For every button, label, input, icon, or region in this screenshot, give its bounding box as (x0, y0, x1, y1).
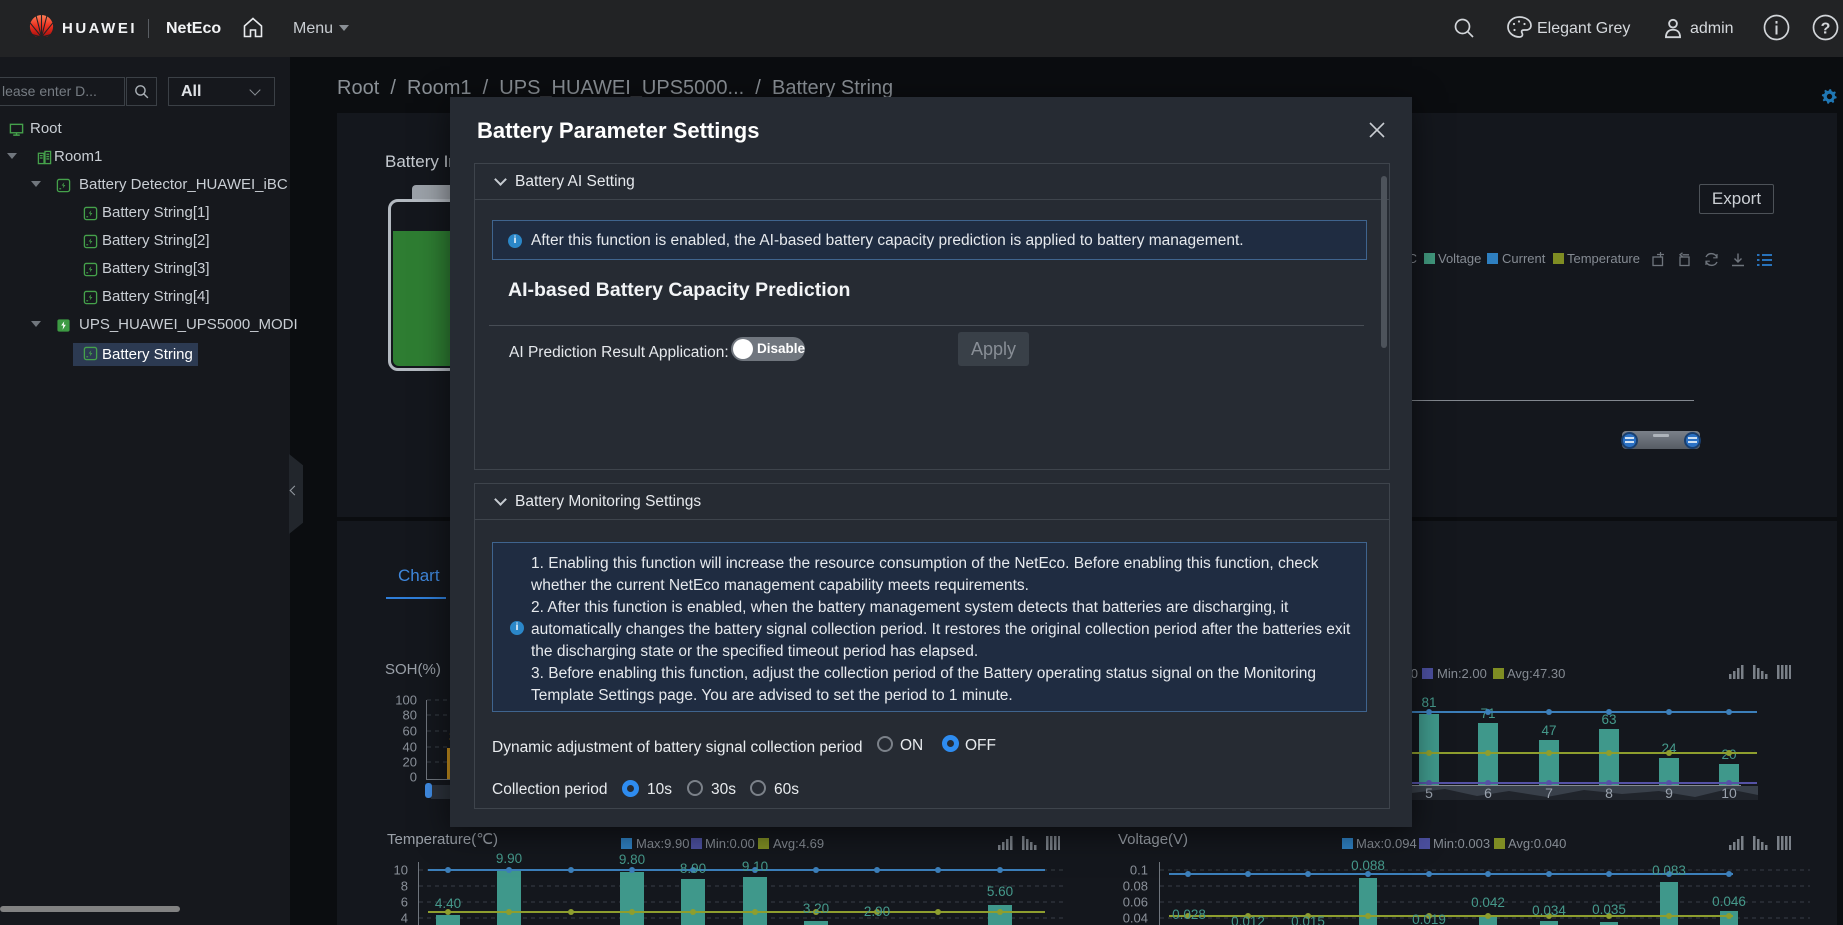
svg-text:0.019: 0.019 (1412, 912, 1446, 925)
svg-text:0.088: 0.088 (1351, 858, 1385, 873)
svg-text:4.40: 4.40 (435, 896, 461, 911)
svg-text:6: 6 (1484, 785, 1492, 801)
svg-text:20: 20 (403, 755, 417, 770)
svg-text:4: 4 (401, 911, 408, 925)
svg-text:9.90: 9.90 (496, 851, 522, 866)
svg-text:0.083: 0.083 (1652, 863, 1686, 878)
svg-text:0: 0 (410, 770, 417, 785)
svg-text:40: 40 (403, 740, 417, 755)
svg-text:8: 8 (1605, 785, 1613, 801)
svg-text:0.04: 0.04 (1123, 911, 1148, 925)
svg-text:9.80: 9.80 (619, 852, 645, 867)
svg-text:0.028: 0.028 (1172, 907, 1206, 922)
svg-text:0.015: 0.015 (1291, 914, 1325, 925)
svg-text:?: ? (1821, 21, 1831, 38)
svg-text:81: 81 (1421, 695, 1436, 710)
svg-text:5: 5 (1425, 785, 1433, 801)
svg-text:0.034: 0.034 (1532, 903, 1566, 918)
svg-text:0.08: 0.08 (1123, 879, 1148, 894)
svg-text:9: 9 (1665, 785, 1673, 801)
svg-text:9.10: 9.10 (742, 859, 768, 874)
svg-text:100: 100 (395, 693, 417, 708)
svg-text:8.90: 8.90 (680, 861, 706, 876)
svg-text:0.012: 0.012 (1231, 914, 1265, 925)
svg-text:47: 47 (1541, 723, 1556, 738)
svg-text:0.06: 0.06 (1123, 895, 1148, 910)
svg-text:3.20: 3.20 (803, 901, 829, 916)
svg-text:8: 8 (401, 879, 408, 894)
svg-text:6: 6 (401, 895, 408, 910)
svg-text:0.035: 0.035 (1592, 902, 1626, 917)
svg-text:2.90: 2.90 (864, 904, 890, 919)
svg-text:5.60: 5.60 (987, 884, 1013, 899)
svg-text:0.1: 0.1 (1130, 863, 1148, 878)
svg-text:10: 10 (1721, 785, 1737, 801)
svg-text:80: 80 (403, 708, 417, 723)
svg-text:7: 7 (1545, 785, 1553, 801)
svg-text:0.046: 0.046 (1712, 894, 1746, 909)
svg-text:0.042: 0.042 (1471, 895, 1505, 910)
svg-text:60: 60 (403, 724, 417, 739)
svg-text:10: 10 (394, 863, 408, 878)
